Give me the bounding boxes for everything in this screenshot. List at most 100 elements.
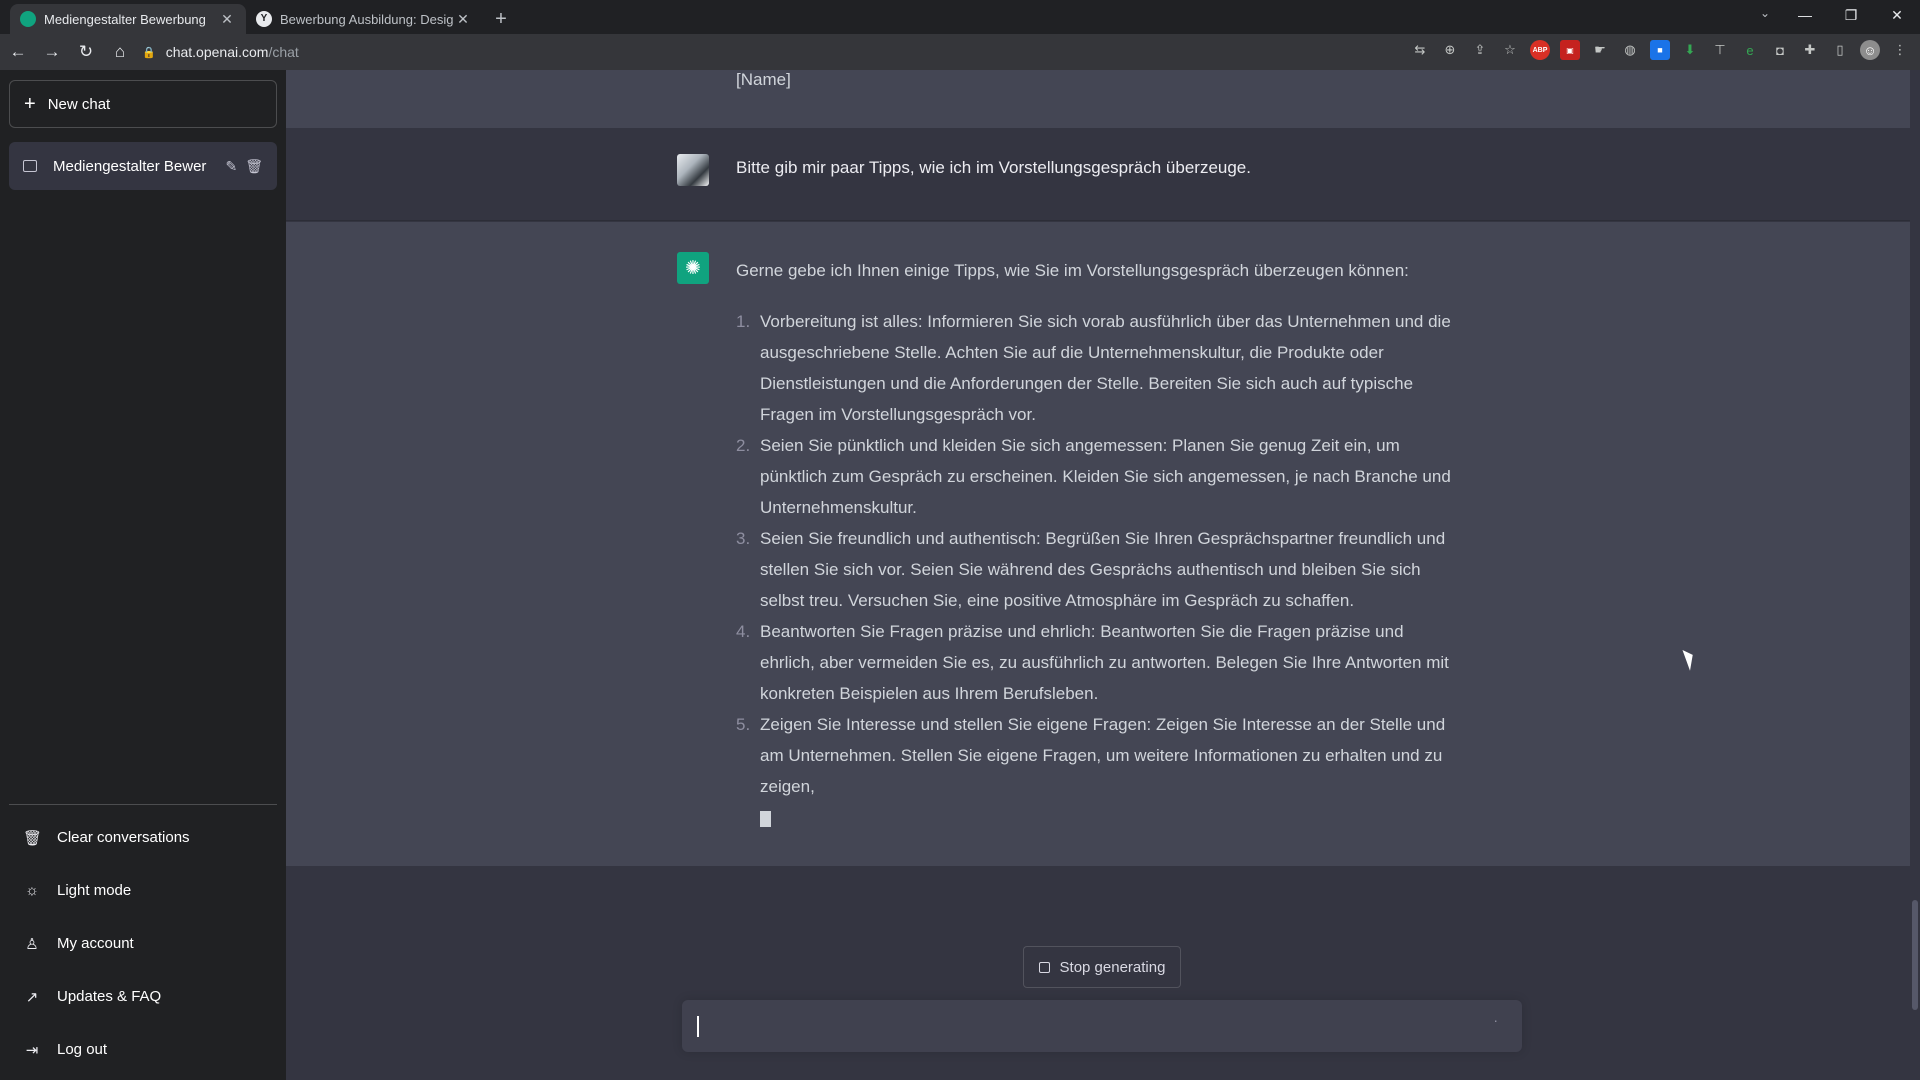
openai-logo-icon: ✺ (677, 252, 709, 284)
window-controls: — ❐ ✕ (1782, 0, 1920, 30)
zoom-icon[interactable]: ⊕ (1440, 40, 1460, 60)
message-input[interactable]: · (682, 1000, 1522, 1052)
sidebar-footer: 🗑 Clear conversations ☼ Light mode ♙ My … (9, 804, 277, 1076)
user-message-text: Bitte gib mir paar Tipps, wie ich im Vor… (736, 158, 1251, 177)
assistant-intro: Gerne gebe ich Ihnen einige Tipps, wie S… (736, 261, 1409, 280)
tab-close-icon[interactable]: ✕ (454, 11, 472, 28)
tab-search-icon[interactable]: ⌄ (1760, 6, 1770, 20)
light-mode-button[interactable]: ☼ Light mode (9, 864, 277, 917)
tab-close-icon[interactable]: ✕ (218, 11, 236, 28)
reload-icon[interactable]: ↻ (70, 36, 102, 68)
sun-icon: ☼ (25, 882, 39, 899)
new-chat-label: New chat (47, 95, 111, 113)
edit-icon[interactable]: ✎ (225, 158, 237, 175)
url-host: chat.openai.com (165, 44, 269, 60)
external-link-icon: ↗ (25, 988, 39, 1006)
list-number: 2. (736, 436, 751, 455)
plus-icon: + (24, 92, 36, 115)
site-favicon-icon: Y (256, 11, 272, 27)
blue-ext-icon[interactable]: ■ (1650, 40, 1670, 60)
new-tab-button[interactable]: + (486, 4, 516, 34)
user-avatar (677, 154, 709, 186)
list-number: 1. (736, 312, 751, 331)
list-item: 2. Seien Sie pünktlich und kleiden Sie s… (736, 430, 1456, 523)
tab-mediengestalter[interactable]: Mediengestalter Bewerbung ✕ (10, 4, 246, 34)
trash-icon: 🗑 (23, 829, 43, 847)
url-path: /chat (268, 44, 299, 60)
e-ext-icon[interactable]: e (1740, 40, 1760, 60)
list-item: 4. Beantworten Sie Fragen präzise und eh… (736, 616, 1456, 709)
log-out-button[interactable]: ⇥ Log out (9, 1023, 277, 1076)
loading-dots: · (1493, 1012, 1498, 1028)
tab-strip: Mediengestalter Bewerbung ✕ Y Bewerbung … (0, 0, 1920, 34)
restore-icon[interactable]: ❐ (1828, 0, 1874, 30)
translate-icon[interactable]: ⇆ (1410, 40, 1430, 60)
user-message: Bitte gib mir paar Tipps, wie ich im Vor… (286, 128, 1910, 221)
browser-toolbar: ← → ↻ ⌂ 🔒 chat.openai.com /chat ⇆ ⊕ ⇪ ☆ … (0, 34, 1920, 70)
back-icon[interactable]: ← (2, 36, 34, 68)
list-text: Seien Sie freundlich und authentisch: Be… (760, 529, 1446, 610)
list-text: Beantworten Sie Fragen präzise und ehrli… (760, 622, 1449, 703)
forward-icon[interactable]: → (36, 36, 68, 68)
list-number: 3. (736, 529, 751, 548)
profile-avatar-icon[interactable]: ☺ (1860, 40, 1880, 60)
my-account-label: My account (57, 935, 134, 952)
lock-icon[interactable]: 🔒 (142, 46, 156, 59)
log-out-label: Log out (57, 1041, 108, 1058)
updates-faq-link[interactable]: ↗ Updates & FAQ (9, 970, 277, 1023)
trash-icon[interactable]: 🗑 (245, 158, 263, 175)
stop-generating-button[interactable]: Stop generating (1023, 946, 1181, 988)
abp-icon[interactable]: ABP (1530, 40, 1550, 60)
menu-icon[interactable]: ⋮ (1890, 40, 1910, 60)
text-caret (697, 1016, 699, 1037)
share-icon[interactable]: ⇪ (1470, 40, 1490, 60)
assistant-message-content: Gerne gebe ich Ihnen einige Tipps, wie S… (736, 255, 1456, 827)
list-item: 1. Vorbereitung ist alles: Informieren S… (736, 306, 1456, 430)
new-chat-button[interactable]: + New chat (9, 80, 277, 128)
globe-ext-icon[interactable]: ◍ (1620, 40, 1640, 60)
updates-faq-label: Updates & FAQ (57, 988, 162, 1005)
extension-area: ⇆ ⊕ ⇪ ☆ ABP ▣ ☛ ◍ ■ ⬇ ⊤ e ◘ ✚ ▯ ☺ ⋮ (1410, 40, 1910, 60)
user-icon: ♙ (25, 935, 39, 953)
download-ext-icon[interactable]: ⬇ (1680, 40, 1700, 60)
clear-conversations-label: Clear conversations (57, 829, 190, 846)
scrollbar[interactable] (1910, 70, 1920, 1080)
assistant-message: ✺ Gerne gebe ich Ihnen einige Tipps, wie… (286, 222, 1910, 866)
address-bar[interactable]: 🔒 chat.openai.com /chat (142, 38, 1382, 66)
hand-ext-icon[interactable]: ☛ (1590, 40, 1610, 60)
stop-square-icon (1038, 961, 1050, 973)
list-item: 5. Zeigen Sie Interesse und stellen Sie … (736, 709, 1456, 802)
sidebar: + New chat Mediengestalter Bewer ✎ 🗑 🗑 C… (0, 70, 286, 1080)
list-text: Vorbereitung ist alles: Informieren Sie … (760, 312, 1451, 424)
list-number: 4. (736, 622, 751, 641)
chat-main: [Name] Bitte gib mir paar Tipps, wie ich… (286, 70, 1910, 1080)
previous-assistant-message: [Name] (286, 70, 1910, 128)
list-text: Seien Sie pünktlich und kleiden Sie sich… (760, 436, 1451, 517)
list-item: 3. Seien Sie freundlich und authentisch:… (736, 523, 1456, 616)
browser-window: Mediengestalter Bewerbung ✕ Y Bewerbung … (0, 0, 1920, 1080)
star-icon[interactable]: ☆ (1500, 40, 1520, 60)
clear-conversations-button[interactable]: 🗑 Clear conversations (9, 811, 277, 864)
home-icon[interactable]: ⌂ (104, 36, 136, 68)
typing-cursor (760, 811, 771, 827)
tips-list: 1. Vorbereitung ist alles: Informieren S… (736, 306, 1456, 802)
my-account-button[interactable]: ♙ My account (9, 917, 277, 970)
logout-icon: ⇥ (25, 1041, 39, 1059)
conversation-item[interactable]: Mediengestalter Bewer ✎ 🗑 (9, 142, 277, 190)
red-ext-icon[interactable]: ▣ (1560, 40, 1580, 60)
sidepanel-icon[interactable]: ▯ (1830, 40, 1850, 60)
list-number: 5. (736, 715, 751, 734)
openai-favicon-icon (20, 11, 36, 27)
close-window-icon[interactable]: ✕ (1874, 0, 1920, 30)
pin-ext-icon[interactable]: ⊤ (1710, 40, 1730, 60)
previous-message-tail: [Name] (736, 70, 791, 89)
tab-title: Mediengestalter Bewerbung (44, 11, 206, 27)
list-text: Zeigen Sie Interesse und stellen Sie eig… (760, 715, 1446, 796)
chat-bubble-icon (23, 160, 37, 172)
puzzle-icon[interactable]: ✚ (1800, 40, 1820, 60)
camera-ext-icon[interactable]: ◘ (1770, 40, 1790, 60)
light-mode-label: Light mode (57, 882, 132, 899)
tab-bewerbung-ausbildung[interactable]: Y Bewerbung Ausbildung: Design- ✕ (246, 4, 482, 34)
scrollbar-thumb[interactable] (1912, 900, 1918, 1010)
minimize-icon[interactable]: — (1782, 0, 1828, 30)
